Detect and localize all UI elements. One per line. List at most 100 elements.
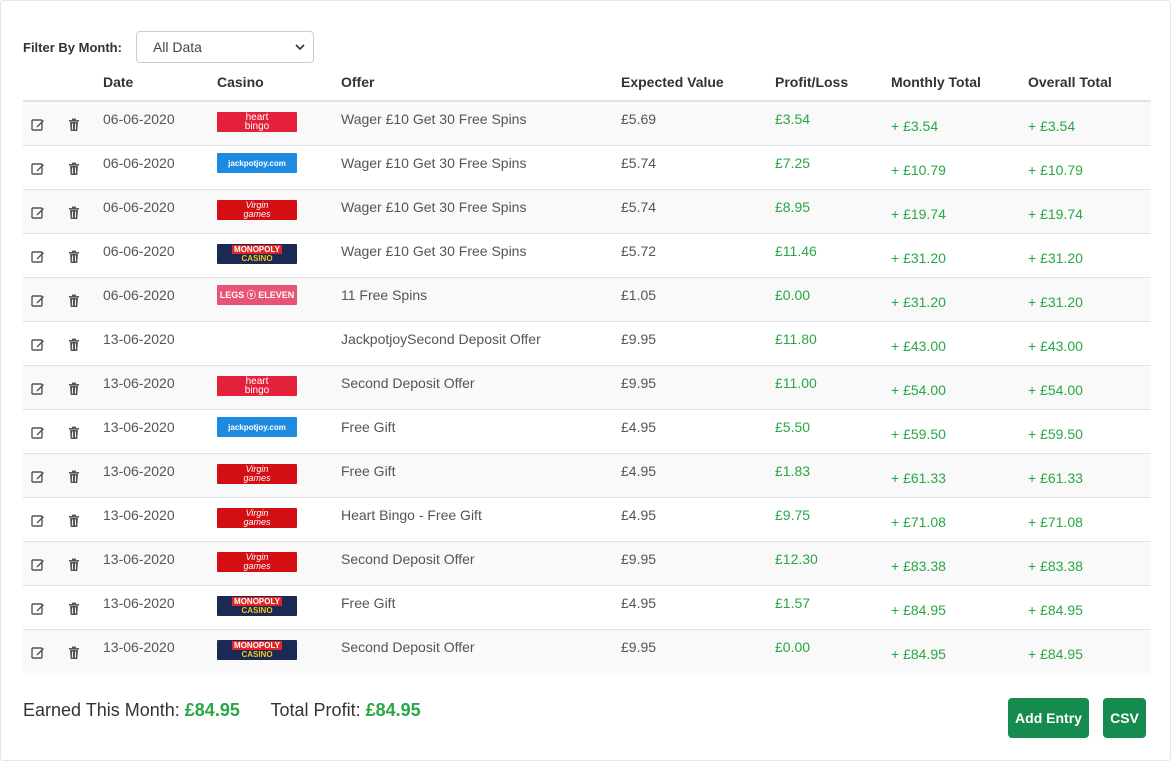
header-edit	[23, 63, 59, 102]
monthly-total-cell: + £31.20	[891, 250, 946, 266]
delete-cell	[59, 453, 103, 497]
offer-cell: Second Deposit Offer	[341, 551, 475, 567]
overall-total-cell: + £19.74	[1028, 206, 1083, 222]
edit-cell	[23, 497, 59, 541]
offer-cell: Second Deposit Offer	[341, 639, 475, 656]
offer-cell: Free Gift	[341, 595, 396, 611]
profit-loss-cell: £0.00	[775, 639, 811, 656]
monthly-total-cell: + £54.00	[891, 382, 946, 398]
delete-cell	[59, 101, 103, 145]
casino-logo-monopoly: MONOPOLY CASINO	[217, 595, 297, 616]
trash-icon[interactable]	[67, 514, 81, 528]
casino-logo-legs: LEGS ⓥ ELEVEN	[217, 285, 297, 306]
expected-value-cell: £9.95	[621, 331, 657, 347]
table-row: 13-06-2020 heart bingo Second Deposit Offer…	[23, 365, 1151, 409]
date-cell: 13-06-2020	[103, 419, 175, 435]
expected-value-cell: £5.72	[621, 243, 657, 259]
edit-icon[interactable]	[31, 470, 45, 484]
expected-value-cell: £4.95	[621, 595, 657, 611]
expected-value-cell: £1.05	[621, 287, 657, 303]
edit-cell	[23, 409, 59, 453]
trash-icon[interactable]	[67, 426, 81, 440]
offer-cell: Free Gift	[341, 463, 396, 479]
edit-icon[interactable]	[31, 250, 45, 264]
profit-loss-cell: £11.80	[775, 331, 817, 347]
date-cell: 06-06-2020	[103, 287, 175, 303]
casino-cell: heart bingo	[217, 101, 341, 145]
header-date[interactable]: Date	[103, 63, 217, 102]
header-overall-total[interactable]: Overall Total	[1028, 63, 1151, 102]
casino-cell: MONOPOLY CASINO	[217, 233, 341, 277]
earned-label: Earned This Month:	[23, 700, 180, 720]
trash-icon[interactable]	[67, 118, 81, 132]
monthly-total-cell: + £84.95	[891, 602, 946, 618]
casino-cell: LEGS ⓥ ELEVEN	[217, 277, 341, 321]
table-row: 06-06-2020 jackpotjoy.com Wager £10 Get 30…	[23, 145, 1151, 189]
expected-value-cell: £5.74	[621, 155, 657, 171]
edit-icon[interactable]	[31, 294, 45, 308]
edit-icon[interactable]	[31, 602, 45, 616]
trash-icon[interactable]	[67, 250, 81, 264]
profit-loss-cell: £8.95	[775, 199, 811, 215]
overall-total-cell: + £61.33	[1028, 470, 1083, 486]
header-casino[interactable]: Casino	[217, 63, 341, 102]
edit-icon[interactable]	[31, 338, 45, 352]
header-expected-value[interactable]: Expected Value	[621, 63, 775, 102]
header-offer[interactable]: Offer	[341, 63, 621, 102]
edit-icon[interactable]	[31, 558, 45, 572]
trash-icon[interactable]	[67, 602, 81, 616]
date-cell: 13-06-2020	[103, 375, 175, 391]
header-delete	[59, 63, 103, 102]
overall-total-cell: + £10.79	[1028, 162, 1083, 178]
expected-value-cell: £9.95	[621, 551, 657, 567]
header-monthly-total[interactable]: Monthly Total	[891, 63, 1028, 102]
edit-icon[interactable]	[31, 162, 45, 176]
casino-logo-virgin: Virgin games	[217, 463, 297, 484]
trash-icon[interactable]	[67, 646, 81, 660]
entries-table: Date Casino Offer Expected Value Profit/…	[23, 63, 1151, 673]
trash-icon[interactable]	[67, 558, 81, 572]
offer-cell: Wager £10 Get 30 Free Spins	[341, 155, 527, 171]
monthly-total-cell: + £84.95	[891, 646, 946, 663]
trash-icon[interactable]	[67, 470, 81, 484]
delete-cell	[59, 145, 103, 189]
table-row: 13-06-2020 MONOPOLY CASINO Second Deposit O…	[23, 629, 1151, 673]
edit-icon[interactable]	[31, 646, 45, 660]
edit-icon[interactable]	[31, 514, 45, 528]
table-row: 06-06-2020 MONOPOLY CASINO Wager £10 Get 30…	[23, 233, 1151, 277]
casino-logo-virgin: Virgin games	[217, 551, 297, 572]
edit-icon[interactable]	[31, 426, 45, 440]
month-filter-select[interactable]: All Data	[135, 31, 314, 63]
monthly-total-cell: + £59.50	[891, 426, 946, 442]
edit-icon[interactable]	[31, 382, 45, 396]
tracker-panel: Filter By Month: All Data Date Casino Of…	[0, 0, 1171, 761]
offer-cell: 11 Free Spins	[341, 287, 428, 303]
casino-logo-virgin: Virgin games	[217, 507, 297, 528]
offer-cell: Wager £10 Get 30 Free Spins	[341, 199, 527, 215]
table-row: 06-06-2020 Virgin games Wager £10 Get 30 Fr…	[23, 189, 1151, 233]
edit-cell	[23, 453, 59, 497]
profit-loss-cell: £7.25	[775, 155, 811, 171]
monthly-total-cell: + £43.00	[891, 338, 946, 354]
delete-cell	[59, 233, 103, 277]
trash-icon[interactable]	[67, 294, 81, 308]
casino-logo-jackpot: jackpotjoy.com	[217, 153, 297, 174]
delete-cell	[59, 497, 103, 541]
trash-icon[interactable]	[67, 382, 81, 396]
casino-cell: Virgin games	[217, 189, 341, 233]
trash-icon[interactable]	[67, 162, 81, 176]
casino-logo-heart: heart bingo	[217, 375, 297, 396]
csv-export-button[interactable]: CSV	[1103, 698, 1146, 738]
delete-cell	[59, 585, 103, 629]
delete-cell	[59, 629, 103, 673]
header-profit-loss[interactable]: Profit/Loss	[775, 63, 891, 102]
delete-cell	[59, 541, 103, 585]
trash-icon[interactable]	[67, 338, 81, 352]
trash-icon[interactable]	[67, 206, 81, 220]
total-profit-value: £84.95	[365, 700, 421, 720]
edit-icon[interactable]	[31, 118, 45, 132]
add-entry-button[interactable]: Add Entry	[1008, 698, 1089, 738]
edit-icon[interactable]	[31, 206, 45, 220]
delete-cell	[59, 409, 103, 453]
casino-cell: MONOPOLY CASINO	[217, 629, 341, 673]
